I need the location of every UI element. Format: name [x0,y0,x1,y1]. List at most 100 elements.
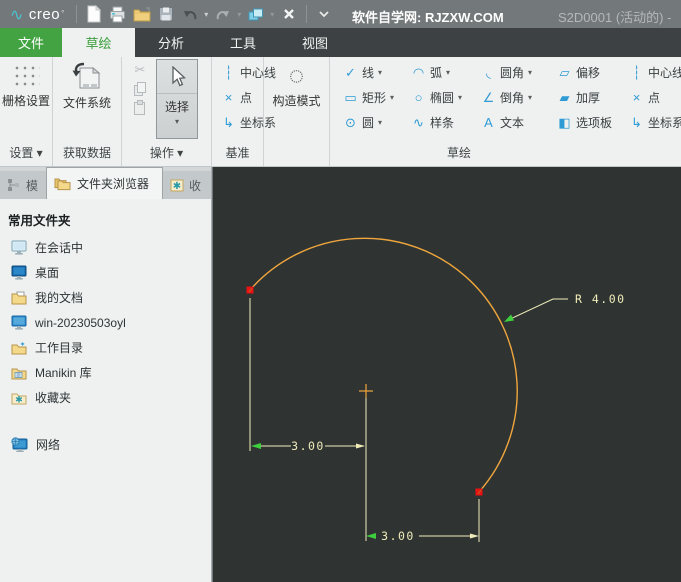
datum-point-button[interactable]: × 点 [220,85,263,110]
file-system-label: 文件系统 [62,96,111,110]
select-button[interactable]: 选择 ▾ [156,59,198,139]
ellipse-button[interactable]: ○ 椭圆 ▾ [410,85,480,110]
arc-center-cross[interactable] [359,384,373,398]
library-folder-icon [11,368,27,379]
tab-file[interactable]: 文件 [0,28,62,57]
redo-button[interactable] [211,3,235,25]
circle-caret-icon[interactable]: ▾ [378,118,382,127]
folder-item-desktop[interactable]: 桌面 [0,260,211,285]
radius-arrow-green [504,314,514,322]
ribbon-group-datum: ┆ 中心线 × 点 ↳ 坐标系 基准 [212,57,276,166]
new-file-button[interactable] [82,3,106,25]
favorites-icon: ✱ [170,179,184,192]
horizontal-dim-text[interactable]: 3.00 [291,439,325,453]
copy-icon[interactable] [134,82,146,96]
palette-button[interactable]: ◧ 选项板 [556,110,628,135]
tab-model-tree[interactable]: 模 [0,171,46,199]
spline-button[interactable]: ∿ 样条 [410,110,480,135]
chamfer-label: 倒角 [500,91,525,105]
coordinate-system-icon: ↳ [631,114,642,130]
navigator-tab-bar: 模 文件夹浏览器 ✱ 收 [0,167,211,199]
folder-item-favorites[interactable]: ✱ 收藏夹 [0,385,211,410]
bottom-dim-text[interactable]: 3.00 [381,529,415,543]
datum-group-label: 基准 [225,146,250,160]
toolbar-options-button[interactable] [312,3,336,25]
dimension-bottom[interactable]: 3.00 [366,529,479,543]
undo-dropdown-caret[interactable]: ▾ [202,10,211,19]
new-file-icon [87,5,102,23]
close-button[interactable] [277,3,301,25]
rectangle-caret-icon[interactable]: ▾ [390,93,394,102]
ribbon: 栅格设置 设置 ▾ 文件系统 获取数据 ✂ 选择 ▾ 操作 ▾ ┆ 中心线 × … [0,57,681,167]
ellipse-caret-icon[interactable]: ▾ [458,93,462,102]
creo-logo-text: creo [28,5,61,23]
construction-centerline-label: 中心线 [648,66,681,80]
print-button[interactable] [106,3,130,25]
folder-item-documents[interactable]: 我的文档 [0,285,211,310]
common-folders-header: 常用文件夹 [8,214,71,228]
datum-centerline-button[interactable]: ┆ 中心线 [220,60,276,85]
circle-icon: ⊙ [345,114,356,130]
dimension-arrow [470,533,479,539]
rectangle-label: 矩形 [362,91,387,105]
radius-dim-text[interactable]: R 4.00 [575,292,626,306]
tab-view[interactable]: 视图 [279,28,351,57]
chamfer-button[interactable]: ∠ 倒角 ▾ [480,85,556,110]
line-button[interactable]: ✓ 线 ▾ [342,60,410,85]
folder-browser-icon [54,178,71,190]
grid-settings-button[interactable]: 栅格设置 [0,57,52,109]
thicken-icon: ▰ [559,89,570,105]
construction-point-button[interactable]: × 点 [628,85,681,110]
save-button[interactable] [154,3,178,25]
dimension-radius[interactable]: R 4.00 [504,292,626,322]
tab-analysis[interactable]: 分析 [135,28,207,57]
construction-mode-button[interactable]: ◌ 构造模式 [264,57,329,109]
fillet-caret-icon[interactable]: ▾ [528,68,532,77]
arc-button[interactable]: ◠ 弧 ▾ [410,60,480,85]
fillet-button[interactable]: ◟ 圆角 ▾ [480,60,556,85]
folder-item-computer[interactable]: win-20230503oyl [0,310,211,335]
arc-caret-icon[interactable]: ▾ [446,68,450,77]
spline-icon: ∿ [413,114,424,130]
text-button[interactable]: A 文本 [480,110,556,135]
sketch-arc[interactable] [249,237,518,493]
offset-button[interactable]: ▱ 偏移 [556,60,628,85]
regenerate-windows-button[interactable] [244,3,268,25]
folder-item-label: 桌面 [35,266,60,280]
folder-item-label: 收藏夹 [35,391,72,405]
text-label: 文本 [500,116,525,130]
construction-csys-button[interactable]: ↳ 坐标系 [628,110,681,135]
point-icon: × [632,90,641,105]
operations-group-label[interactable]: 操作 ▾ [122,144,211,161]
dimension-arrow [356,443,365,449]
tab-favorites[interactable]: ✱ 收 [163,171,211,199]
chamfer-caret-icon[interactable]: ▾ [528,93,532,102]
tab-tools[interactable]: 工具 [207,28,279,57]
rectangle-button[interactable]: ▭ 矩形 ▾ [342,85,410,110]
settings-group-label[interactable]: 设置 ▾ [0,144,52,161]
select-caret-icon[interactable]: ▾ [175,117,179,126]
folder-item-manikin-library[interactable]: Manikin 库 [0,360,211,385]
file-system-icon [72,62,101,89]
folder-item-in-session[interactable]: 在会话中 [0,235,211,260]
undo-button[interactable] [178,3,202,25]
line-caret-icon[interactable]: ▾ [378,68,382,77]
windows-dropdown-caret[interactable]: ▾ [268,10,277,19]
circle-button[interactable]: ⊙ 圆 ▾ [342,110,410,135]
datum-csys-button[interactable]: ↳ 坐标系 [220,110,276,135]
folder-item-network[interactable]: 网络 [0,432,211,457]
open-file-button[interactable] [130,3,154,25]
cut-icon[interactable]: ✂ [135,63,146,76]
tab-sketch[interactable]: 草绘 [62,28,135,57]
paste-icon[interactable] [134,100,146,115]
thicken-button[interactable]: ▰ 加厚 [556,85,628,110]
dimension-horizontal[interactable]: 3.00 [251,439,365,453]
construction-centerline-button[interactable]: ┆中心线▾ [628,60,681,85]
sketch-canvas[interactable]: 3.00 3.00 R 4.00 [212,167,681,582]
line-icon: ✓ [345,64,356,80]
tab-folder-browser[interactable]: 文件夹浏览器 [46,167,163,199]
file-system-button[interactable]: 文件系统 [53,57,121,111]
redo-dropdown-caret[interactable]: ▾ [235,10,244,19]
fillet-icon: ◟ [485,64,492,80]
folder-item-working-directory[interactable]: ✦ 工作目录 [0,335,211,360]
